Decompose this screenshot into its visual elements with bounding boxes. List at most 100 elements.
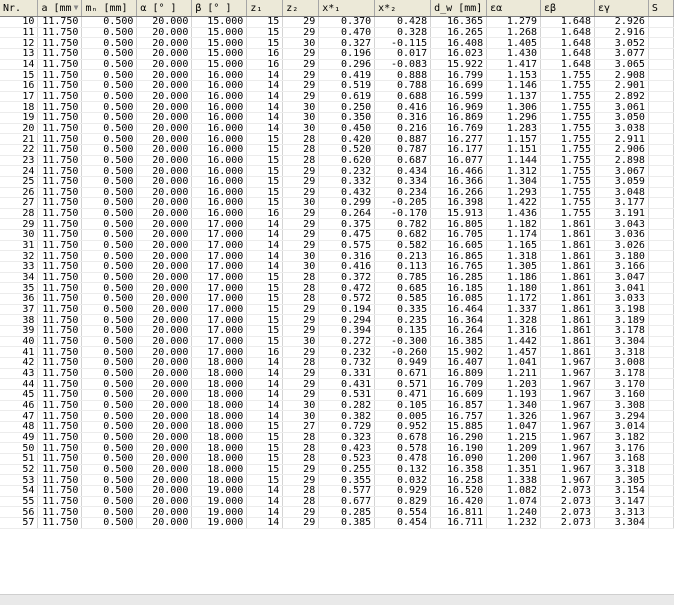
table-row[interactable]: 54 11.750 0.500 20.000 19.000 14 28 0.577 0.929 1… <box>0 485 674 497</box>
table-row[interactable]: 12 11.750 0.500 20.000 15.000 15 30 0.327 -0.115… <box>0 37 674 49</box>
table-row[interactable]: 32 11.750 0.500 20.000 17.000 14 30 0.316 0.213 1… <box>0 250 674 263</box>
table-row[interactable]: 11 11.750 0.500 20.000 15.000 15 29 0.470 0.328 1… <box>0 27 674 39</box>
table-cell: 17.000 <box>191 346 248 358</box>
column-header[interactable]: εα <box>486 0 542 17</box>
table-cell: 32 <box>0 250 39 263</box>
table-row[interactable]: 45 11.750 0.500 20.000 18.000 14 29 0.531 0.471 1… <box>0 389 674 401</box>
table-cell: 3.038 <box>594 123 649 135</box>
results-grid[interactable]: Nr. a [mm ▼ mₙ [mm] α [° ] β [° ] z₁ z₂ x*₁ x*₂ d_… <box>0 0 674 604</box>
table-row[interactable]: 40 11.750 0.500 20.000 17.000 15 30 0.272 -0.300… <box>0 336 674 348</box>
table-cell: 18.000 <box>191 474 248 486</box>
table-row[interactable]: 17 11.750 0.500 20.000 16.000 14 29 0.619 0.688 1… <box>0 91 674 103</box>
table-row[interactable]: 41 11.750 0.500 20.000 17.000 16 29 0.232 -0.260… <box>0 346 674 358</box>
column-header[interactable]: z₂ <box>282 0 320 17</box>
column-header[interactable]: a [mm ▼ <box>37 0 83 17</box>
table-cell: 28 <box>282 432 320 444</box>
table-row[interactable]: 56 11.750 0.500 20.000 19.000 14 29 0.285 0.554 1… <box>0 506 674 518</box>
table-row[interactable]: 43 11.750 0.500 20.000 18.000 14 29 0.331 0.671 1… <box>0 368 674 380</box>
table-cell: 3.077 <box>594 48 649 60</box>
table-row[interactable]: 31 11.750 0.500 20.000 17.000 14 29 0.575 0.582 1… <box>0 240 674 252</box>
column-header[interactable]: z₁ <box>246 0 284 17</box>
table-row[interactable]: 19 11.750 0.500 20.000 16.000 14 30 0.350 0.316 1… <box>0 112 674 124</box>
table-cell: 20.000 <box>136 464 193 476</box>
table-cell: 30 <box>282 336 320 348</box>
table-row[interactable]: 22 11.750 0.500 20.000 16.000 15 28 0.520 0.787 1… <box>0 144 674 156</box>
column-header[interactable]: x*₂ <box>374 0 432 17</box>
table-cell: 15 <box>246 453 284 465</box>
table-cell: 1.338 <box>486 474 542 486</box>
table-cell: 15 <box>246 325 284 337</box>
table-row[interactable]: 34 11.750 0.500 20.000 17.000 15 28 0.372 0.785 1… <box>0 272 674 284</box>
table-row[interactable]: 38 11.750 0.500 20.000 17.000 15 29 0.294 0.235 1… <box>0 314 674 327</box>
table-row[interactable]: 30 11.750 0.500 20.000 17.000 14 29 0.475 0.682 1… <box>0 229 674 241</box>
column-header[interactable]: εγ <box>594 0 649 17</box>
table-cell: 52 <box>0 464 39 476</box>
table-row[interactable]: 57 11.750 0.500 20.000 19.000 14 29 0.385 0.454 1… <box>0 517 674 529</box>
table-cell: 0.331 <box>318 368 376 380</box>
table-row[interactable]: 18 11.750 0.500 20.000 16.000 14 30 0.250 0.416 1… <box>0 101 674 113</box>
table-row[interactable]: 33 11.750 0.500 20.000 17.000 14 30 0.416 0.113 1… <box>0 261 674 273</box>
table-row[interactable]: 44 11.750 0.500 20.000 18.000 14 29 0.431 0.571 1… <box>0 378 674 390</box>
table-row[interactable]: 37 11.750 0.500 20.000 17.000 15 29 0.194 0.335 1… <box>0 304 674 316</box>
table-row[interactable]: 25 11.750 0.500 20.000 16.000 15 29 0.332 0.334 1… <box>0 176 674 188</box>
table-cell: 17.000 <box>191 282 248 295</box>
table-cell: 18.000 <box>191 400 248 412</box>
table-cell: 15 <box>246 27 284 39</box>
table-cell: 3.166 <box>594 261 649 273</box>
table-row[interactable]: 55 11.750 0.500 20.000 19.000 14 28 0.677 0.829 1… <box>0 496 674 508</box>
table-cell: 30 <box>282 112 320 124</box>
table-row[interactable]: 10 11.750 0.500 20.000 15.000 15 29 0.370 0.428 1… <box>0 16 674 28</box>
table-cell: 16.358 <box>430 464 488 476</box>
column-header[interactable]: εβ <box>540 0 595 17</box>
table-cell <box>648 314 674 327</box>
table-row[interactable]: 50 11.750 0.500 20.000 18.000 15 28 0.423 0.578 1… <box>0 442 674 454</box>
table-row[interactable]: 26 11.750 0.500 20.000 16.000 15 29 0.432 0.234 1… <box>0 187 674 199</box>
table-cell: 0.264 <box>318 208 376 220</box>
table-row[interactable]: 47 11.750 0.500 20.000 18.000 14 30 0.382 0.005 1… <box>0 410 674 422</box>
table-cell: 15.000 <box>191 48 248 60</box>
table-row[interactable]: 23 11.750 0.500 20.000 16.000 15 28 0.620 0.687 1… <box>0 155 674 167</box>
column-header[interactable]: d_w [mm] <box>430 0 488 17</box>
table-row[interactable]: 14 11.750 0.500 20.000 15.000 16 29 0.296 -0.083… <box>0 59 674 71</box>
table-row[interactable]: 15 11.750 0.500 20.000 16.000 14 29 0.419 0.888 1… <box>0 69 674 81</box>
table-row[interactable]: 42 11.750 0.500 20.000 18.000 14 28 0.732 0.949 1… <box>0 357 674 369</box>
table-row[interactable]: 21 11.750 0.500 20.000 16.000 15 28 0.420 0.887 1… <box>0 133 674 145</box>
column-header[interactable]: β [° ] <box>191 0 248 17</box>
table-cell: 14 <box>246 229 284 241</box>
table-cell: 0.350 <box>318 112 376 124</box>
table-cell: 16.705 <box>430 229 488 241</box>
horizontal-scrollbar[interactable] <box>0 594 674 605</box>
table-row[interactable]: 28 11.750 0.500 20.000 16.000 16 29 0.264 -0.170… <box>0 208 674 220</box>
table-cell: 3.048 <box>594 187 649 199</box>
results-table: Nr. a [mm ▼ mₙ [mm] α [° ] β [° ] z₁ z₂ x*₁ x*₂ d_… <box>0 0 674 529</box>
table-cell: 17.000 <box>191 325 248 337</box>
table-row[interactable]: 53 11.750 0.500 20.000 18.000 15 29 0.355 0.032 1… <box>0 474 674 486</box>
table-row[interactable]: 48 11.750 0.500 20.000 18.000 15 27 0.729 0.952 1… <box>0 421 674 433</box>
table-row[interactable]: 16 11.750 0.500 20.000 16.000 14 29 0.519 0.788 1… <box>0 80 674 92</box>
table-row[interactable]: 46 11.750 0.500 20.000 18.000 14 30 0.282 0.105 1… <box>0 400 674 412</box>
column-header[interactable]: α [° ] <box>136 0 193 17</box>
table-row[interactable]: 51 11.750 0.500 20.000 18.000 15 28 0.523 0.478 1… <box>0 453 674 465</box>
table-row[interactable]: 39 11.750 0.500 20.000 17.000 15 29 0.394 0.135 1… <box>0 325 674 337</box>
table-row[interactable]: 24 11.750 0.500 20.000 16.000 15 29 0.232 0.434 1… <box>0 165 674 177</box>
table-row[interactable]: 36 11.750 0.500 20.000 17.000 15 28 0.572 0.585 1… <box>0 293 674 305</box>
table-row[interactable]: 27 11.750 0.500 20.000 16.000 15 30 0.299 -0.205… <box>0 197 674 209</box>
table-cell: 28 <box>282 496 320 508</box>
table-row[interactable]: 52 11.750 0.500 20.000 18.000 15 29 0.255 0.132 1… <box>0 464 674 476</box>
table-row[interactable]: 20 11.750 0.500 20.000 16.000 14 30 0.450 0.216 1… <box>0 123 674 135</box>
table-row[interactable]: 13 11.750 0.500 20.000 15.000 16 29 0.196 0.017 1… <box>0 48 674 60</box>
table-cell: 16.609 <box>430 389 488 401</box>
table-row[interactable]: 35 11.750 0.500 20.000 17.000 15 28 0.472 0.685 1… <box>0 282 674 295</box>
table-cell: 16.398 <box>430 197 488 209</box>
column-header[interactable]: x*₁ <box>318 0 376 17</box>
table-cell: 1.755 <box>540 123 595 135</box>
table-cell <box>648 197 674 209</box>
table-row[interactable]: 49 11.750 0.500 20.000 18.000 15 28 0.323 0.678 1… <box>0 432 674 444</box>
column-header[interactable]: S <box>648 0 674 17</box>
table-cell: 28 <box>0 208 39 220</box>
table-cell: 0.213 <box>374 250 432 263</box>
column-header[interactable]: Nr. <box>0 0 39 17</box>
column-header[interactable]: mₙ [mm] <box>81 0 138 17</box>
table-row[interactable]: 29 11.750 0.500 20.000 17.000 14 29 0.375 0.782 1… <box>0 218 674 231</box>
table-cell: 44 <box>0 378 39 390</box>
